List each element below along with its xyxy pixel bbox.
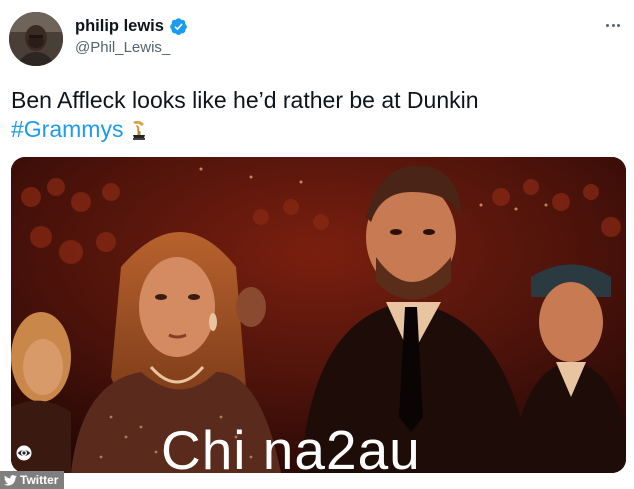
tweet-card: philip lewis @Phil_Lewis_ Ben Affleck lo… bbox=[0, 0, 634, 489]
verified-badge-icon bbox=[170, 17, 187, 35]
avatar[interactable] bbox=[9, 12, 63, 66]
tweet-hashtag-line: #Grammys bbox=[11, 115, 621, 144]
more-options-button[interactable] bbox=[602, 14, 624, 36]
cbs-eye-icon bbox=[16, 445, 32, 461]
source-badge-label: Twitter bbox=[20, 473, 59, 487]
author-name-row: philip lewis bbox=[75, 14, 188, 38]
grammy-trophy-icon bbox=[133, 120, 146, 140]
more-dot-icon bbox=[616, 23, 620, 27]
tweet-text-line: Ben Affleck looks like he’d rather be at… bbox=[11, 87, 479, 113]
tweet-media-image[interactable] bbox=[11, 157, 626, 473]
more-dot-icon bbox=[611, 23, 615, 27]
author-display-name[interactable]: philip lewis bbox=[75, 17, 164, 36]
author-handle[interactable]: @Phil_Lewis_ bbox=[75, 39, 170, 56]
twitter-source-badge: Twitter bbox=[0, 471, 65, 489]
tweet-text: Ben Affleck looks like he’d rather be at… bbox=[11, 86, 621, 144]
more-dot-icon bbox=[606, 23, 610, 27]
hashtag-link[interactable]: #Grammys bbox=[11, 115, 123, 144]
twitter-bird-icon bbox=[4, 474, 17, 486]
